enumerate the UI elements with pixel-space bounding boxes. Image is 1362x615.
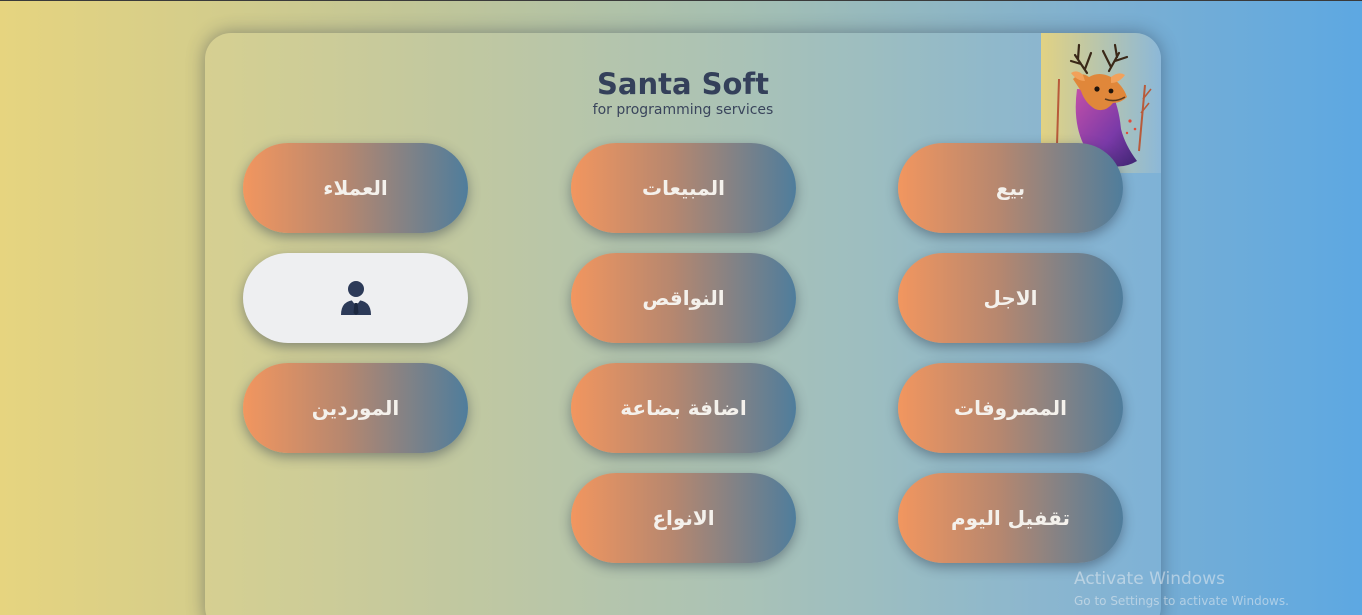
- watermark-title: Activate Windows: [1074, 569, 1225, 589]
- main-card: Santa Soft for programming services العم…: [205, 33, 1161, 615]
- suppliers-button[interactable]: الموردين: [243, 363, 468, 453]
- user-suit-icon: [340, 280, 372, 316]
- types-button[interactable]: الانواع: [571, 473, 796, 563]
- close-day-button[interactable]: تقفيل اليوم: [898, 473, 1123, 563]
- shortages-button[interactable]: النواقص: [571, 253, 796, 343]
- watermark-subtitle: Go to Settings to activate Windows.: [1074, 594, 1289, 608]
- top-border: [0, 0, 1362, 1]
- user-button[interactable]: [243, 253, 468, 343]
- sell-button[interactable]: بيع: [898, 143, 1123, 233]
- add-goods-button[interactable]: اضافة بضاعة: [571, 363, 796, 453]
- header: Santa Soft for programming services: [205, 67, 1161, 119]
- app-subtitle: for programming services: [592, 102, 774, 118]
- expenses-button[interactable]: المصروفات: [898, 363, 1123, 453]
- credit-button[interactable]: الاجل: [898, 253, 1123, 343]
- sales-button[interactable]: المبيعات: [571, 143, 796, 233]
- customers-button[interactable]: العملاء: [243, 143, 468, 233]
- app-title: Santa Soft: [597, 67, 769, 101]
- windows-activation-watermark: Activate Windows Go to Settings to activ…: [1074, 568, 1289, 609]
